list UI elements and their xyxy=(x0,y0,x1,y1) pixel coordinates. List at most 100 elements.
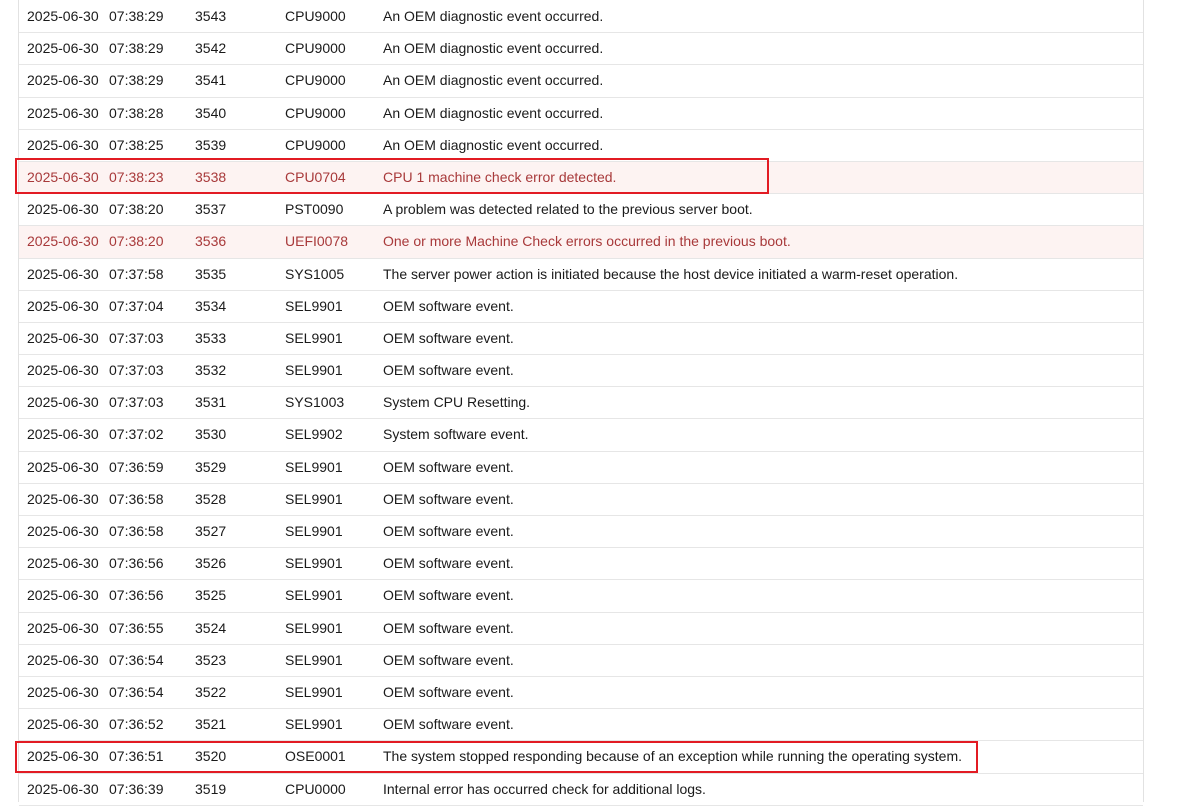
log-row[interactable]: 2025-06-30 07:36:51 3520 OSE0001 The system … xyxy=(19,741,1143,773)
log-time: 07:38:25 xyxy=(109,130,164,161)
log-time: 07:38:23 xyxy=(109,162,164,193)
log-date: 2025-06-30 xyxy=(27,194,99,225)
log-row[interactable]: 2025-06-3007:38:283540CPU9000An OEM diag… xyxy=(19,98,1143,130)
log-time: 07:37:03 xyxy=(109,387,164,418)
log-date: 2025-06-30 xyxy=(27,580,99,611)
log-sequence-number: 3540 xyxy=(195,98,226,129)
log-message-id: SYS1005 xyxy=(285,259,344,290)
log-row[interactable]: 2025-06-3007:37:583535SYS1005The server … xyxy=(19,259,1143,291)
log-row[interactable]: 2025-06-3007:36:393519CPU0000Internal er… xyxy=(19,774,1143,806)
log-sequence-number: 3523 xyxy=(195,645,226,676)
log-row[interactable]: 2025-06-3007:38:203537PST0090A problem w… xyxy=(19,194,1143,226)
log-row[interactable]: 2025-06-3007:36:563526SEL9901OEM softwar… xyxy=(19,548,1143,580)
log-message-id: SEL9901 xyxy=(285,645,343,676)
log-description: OEM software event. xyxy=(383,291,514,322)
log-time: 07:37:02 xyxy=(109,419,164,450)
log-time: 07:36:52 xyxy=(109,709,164,740)
log-description: OEM software event. xyxy=(383,516,514,547)
log-time: 07:36:56 xyxy=(109,548,164,579)
log-time: 07:36:54 xyxy=(109,645,164,676)
event-log-panel: 2025-06-3007:38:293543CPU9000An OEM diag… xyxy=(18,0,1144,802)
log-row[interactable]: 2025-06-3007:36:553524SEL9901OEM softwar… xyxy=(19,613,1143,645)
log-time: 07:37:03 xyxy=(109,355,164,386)
log-sequence-number: 3521 xyxy=(195,709,226,740)
log-date: 2025-06-30 xyxy=(27,98,99,129)
log-sequence-number: 3531 xyxy=(195,387,226,418)
log-description: OEM software event. xyxy=(383,677,514,708)
log-message-id: SEL9901 xyxy=(285,709,343,740)
log-sequence-number: 3532 xyxy=(195,355,226,386)
log-date: 2025-06-30 xyxy=(27,613,99,644)
log-message-id: SEL9901 xyxy=(285,355,343,386)
log-sequence-number: 3538 xyxy=(195,162,226,193)
log-description: OEM software event. xyxy=(383,484,514,515)
log-row[interactable]: 2025-06-3007:37:033533SEL9901OEM softwar… xyxy=(19,323,1143,355)
log-row[interactable]: 2025-06-3007:37:033531SYS1003System CPU … xyxy=(19,387,1143,419)
log-description: OEM software event. xyxy=(383,580,514,611)
log-description: The system stopped responding because of… xyxy=(383,741,962,772)
log-row[interactable]: 2025-06-3007:36:583528SEL9901OEM softwar… xyxy=(19,484,1143,516)
log-row[interactable]: 2025-06-3007:38:293543CPU9000An OEM diag… xyxy=(19,1,1143,33)
log-row[interactable]: 2025-06-3007:36:523521SEL9901OEM softwar… xyxy=(19,709,1143,741)
log-row[interactable]: 2025-06-3007:38:293542CPU9000An OEM diag… xyxy=(19,33,1143,65)
log-description: An OEM diagnostic event occurred. xyxy=(383,98,603,129)
log-row[interactable]: 2025-06-3007:38:253539CPU9000An OEM diag… xyxy=(19,130,1143,162)
log-description: An OEM diagnostic event occurred. xyxy=(383,1,603,32)
log-sequence-number: 3534 xyxy=(195,291,226,322)
log-date: 2025-06-30 xyxy=(27,259,99,290)
log-date: 2025-06-30 xyxy=(27,645,99,676)
log-description: CPU 1 machine check error detected. xyxy=(383,162,616,193)
log-row[interactable]: 2025-06-3007:36:543523SEL9901OEM softwar… xyxy=(19,645,1143,677)
log-row[interactable]: 2025-06-3007:38:203536UEFI0078One or mor… xyxy=(19,226,1143,258)
log-date: 2025-06-30 xyxy=(27,452,99,483)
log-row[interactable]: 2025-06-3007:37:033532SEL9901OEM softwar… xyxy=(19,355,1143,387)
log-date: 2025-06-30 xyxy=(27,484,99,515)
log-description: OEM software event. xyxy=(383,452,514,483)
log-message-id: CPU9000 xyxy=(285,98,346,129)
log-message-id: CPU9000 xyxy=(285,65,346,96)
log-description: OEM software event. xyxy=(383,355,514,386)
log-sequence-number: 3527 xyxy=(195,516,226,547)
log-sequence-number: 3526 xyxy=(195,548,226,579)
log-time: 07:36:59 xyxy=(109,452,164,483)
log-time: 07:36:54 xyxy=(109,677,164,708)
log-date: 2025-06-30 xyxy=(27,677,99,708)
log-date: 2025-06-30 xyxy=(27,774,99,805)
log-sequence-number: 3520 xyxy=(195,741,226,772)
log-date: 2025-06-30 xyxy=(27,1,99,32)
log-row[interactable]: 2025-06-3007:37:043534SEL9901OEM softwar… xyxy=(19,291,1143,323)
log-message-id: UEFI0078 xyxy=(285,226,348,257)
log-message-id: SEL9901 xyxy=(285,484,343,515)
log-message-id: CPU0000 xyxy=(285,774,346,805)
event-log-table: 2025-06-3007:38:293543CPU9000An OEM diag… xyxy=(19,1,1143,806)
log-row[interactable]: 2025-06-3007:38:233538CPU0704CPU 1 machi… xyxy=(19,162,1143,194)
log-row[interactable]: 2025-06-3007:36:593529SEL9901OEM softwar… xyxy=(19,452,1143,484)
log-time: 07:36:51 xyxy=(109,741,164,772)
log-message-id: OSE0001 xyxy=(285,741,346,772)
log-date: 2025-06-30 xyxy=(27,323,99,354)
log-sequence-number: 3525 xyxy=(195,580,226,611)
log-row[interactable]: 2025-06-3007:36:583527SEL9901OEM softwar… xyxy=(19,516,1143,548)
log-date: 2025-06-30 xyxy=(27,226,99,257)
log-row[interactable]: 2025-06-3007:38:293541CPU9000An OEM diag… xyxy=(19,65,1143,97)
log-description: An OEM diagnostic event occurred. xyxy=(383,65,603,96)
log-sequence-number: 3536 xyxy=(195,226,226,257)
log-time: 07:36:56 xyxy=(109,580,164,611)
log-row[interactable]: 2025-06-3007:37:023530SEL9902System soft… xyxy=(19,419,1143,451)
log-time: 07:38:29 xyxy=(109,1,164,32)
log-description: OEM software event. xyxy=(383,323,514,354)
log-message-id: PST0090 xyxy=(285,194,343,225)
log-message-id: SEL9901 xyxy=(285,516,343,547)
log-time: 07:36:58 xyxy=(109,516,164,547)
log-message-id: SEL9901 xyxy=(285,323,343,354)
log-message-id: SEL9901 xyxy=(285,677,343,708)
log-time: 07:38:20 xyxy=(109,194,164,225)
log-date: 2025-06-30 xyxy=(27,162,99,193)
log-message-id: CPU9000 xyxy=(285,1,346,32)
log-date: 2025-06-30 xyxy=(27,291,99,322)
log-message-id: CPU9000 xyxy=(285,33,346,64)
log-row[interactable]: 2025-06-3007:36:563525SEL9901OEM softwar… xyxy=(19,580,1143,612)
log-date: 2025-06-30 xyxy=(27,741,99,772)
log-sequence-number: 3528 xyxy=(195,484,226,515)
log-row[interactable]: 2025-06-3007:36:543522SEL9901OEM softwar… xyxy=(19,677,1143,709)
